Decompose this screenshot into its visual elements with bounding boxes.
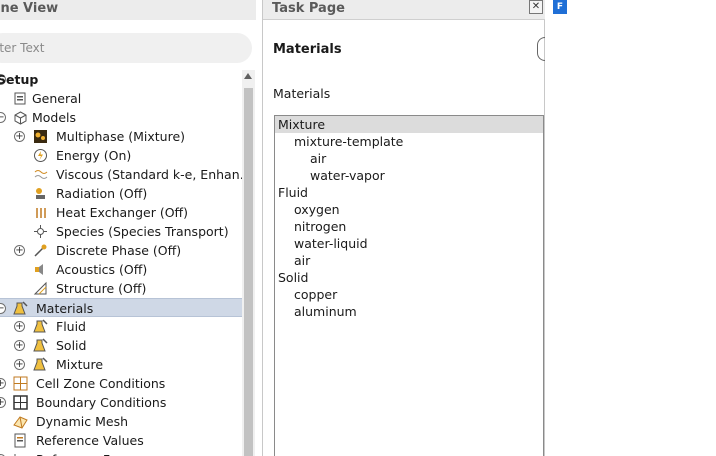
outline-tree: − Setup General − Models + Multiphase (Mixture… [0, 70, 242, 456]
tree-item[interactable]: Viscous (Standard k-e, Enhan… [0, 165, 242, 184]
expand-icon[interactable]: + [14, 359, 25, 370]
tree-item-label: Energy (On) [56, 148, 132, 163]
mixture-material-icon [33, 357, 48, 372]
expand-icon[interactable]: + [14, 321, 25, 332]
tree-item[interactable]: Radiation (Off) [0, 184, 242, 203]
scrollbar-thumb[interactable] [244, 88, 253, 456]
tree-item-label: Cell Zone Conditions [36, 376, 166, 391]
tree-item-label: Acoustics (Off) [56, 262, 148, 277]
tree-item[interactable]: + Multiphase (Mixture) [0, 127, 242, 146]
material-list-item[interactable]: water-vapor [275, 167, 543, 184]
task-page-title: Task Page [263, 0, 545, 20]
tree-item-label: Fluid [56, 319, 86, 334]
tree-item[interactable]: Species (Species Transport) [0, 222, 242, 241]
heat-exchanger-icon [33, 205, 48, 220]
expand-icon[interactable]: + [14, 340, 25, 351]
acoustics-icon [33, 262, 48, 277]
material-list-item[interactable]: air [275, 150, 543, 167]
tree-item[interactable]: + Boundary Conditions [0, 393, 242, 412]
discrete-phase-icon [33, 243, 48, 258]
material-list-item[interactable]: air [275, 252, 543, 269]
models-icon [13, 110, 28, 125]
energy-icon [33, 148, 48, 163]
graphics-window-icon[interactable]: F [553, 0, 567, 14]
tree-item-label: Viscous (Standard k-e, Enhan… [56, 167, 242, 182]
filter-text-input[interactable]: lter Text [0, 33, 252, 63]
material-list-item[interactable]: oxygen [275, 201, 543, 218]
outline-scrollbar[interactable] [242, 70, 255, 456]
task-heading: Materials [273, 42, 342, 57]
tree-item-label: Boundary Conditions [36, 395, 167, 410]
radiation-icon [33, 186, 48, 201]
material-list-item[interactable]: nitrogen [275, 218, 543, 235]
material-list-item[interactable]: copper [275, 286, 543, 303]
task-page-panel: Task Page ✕ Materials Materials Mixture m… [262, 0, 547, 456]
tree-item-label: Structure (Off) [56, 281, 147, 296]
tree-item-label: Reference F [36, 450, 110, 456]
tree-item[interactable]: Structure (Off) [0, 279, 242, 298]
tree-item-label: Solid [56, 338, 87, 353]
solid-material-icon [33, 338, 48, 353]
app-window: ine View lter Text − Setup General − Models +… [0, 0, 716, 456]
reference-frames-icon [13, 452, 28, 456]
expand-icon[interactable]: + [0, 378, 6, 389]
tree-item[interactable]: − Setup [0, 70, 242, 89]
tree-item[interactable]: + Cell Zone Conditions [0, 374, 242, 393]
tree-item-label: Species (Species Transport) [56, 224, 229, 239]
tree-item[interactable]: − Models [0, 108, 242, 127]
collapse-icon[interactable]: − [0, 303, 6, 314]
scroll-up-arrow-icon[interactable] [244, 73, 252, 79]
tree-item-label: Discrete Phase (Off) [56, 243, 182, 258]
tree-item[interactable]: + Discrete Phase (Off) [0, 241, 242, 260]
close-icon[interactable]: ✕ [529, 0, 543, 14]
expand-icon[interactable]: + [0, 397, 6, 408]
dynamic-mesh-icon [13, 414, 28, 429]
material-list-item[interactable]: aluminum [275, 303, 543, 320]
species-icon [33, 224, 48, 239]
tree-item-label: General [32, 91, 82, 106]
fluid-material-icon [33, 319, 48, 334]
materials-listbox[interactable]: Mixture mixture-template air water-vapor Flu… [274, 115, 544, 456]
tree-item-label: Reference Values [36, 433, 144, 448]
tree-item[interactable]: Reference Values [0, 431, 242, 450]
outline-view-panel: ine View lter Text − Setup General − Models +… [0, 0, 256, 456]
tree-item-label: Mixture [56, 357, 104, 372]
multiphase-icon [33, 129, 48, 144]
material-list-item[interactable]: water-liquid [275, 235, 543, 252]
tree-item-label: Models [32, 110, 77, 125]
tree-item[interactable]: General [0, 89, 242, 108]
material-list-item[interactable]: Mixture [275, 116, 543, 133]
materials-list-label: Materials [273, 86, 331, 101]
tree-item[interactable]: + Solid [0, 336, 242, 355]
tree-item-label: Radiation (Off) [56, 186, 148, 201]
tree-item-label: Heat Exchanger (Off) [56, 205, 189, 220]
expand-icon[interactable]: + [14, 245, 25, 256]
material-list-item[interactable]: Solid [275, 269, 543, 286]
cell-zone-icon [13, 376, 28, 391]
tree-item-label: Materials [36, 301, 94, 316]
collapse-icon[interactable]: − [0, 112, 6, 123]
tree-item[interactable]: − Materials [0, 298, 242, 317]
tree-item-label: Setup [0, 72, 39, 87]
materials-icon [13, 301, 28, 316]
material-list-item[interactable]: mixture-template [275, 133, 543, 150]
tree-item[interactable]: + Mixture [0, 355, 242, 374]
tree-item[interactable]: Energy (On) [0, 146, 242, 165]
outline-view-title: ine View [0, 0, 256, 20]
expand-icon[interactable]: + [14, 131, 25, 142]
tree-item-label: Dynamic Mesh [36, 414, 129, 429]
tree-item-label: Multiphase (Mixture) [56, 129, 186, 144]
tree-item[interactable]: + Fluid [0, 317, 242, 336]
structure-icon [33, 281, 48, 296]
reference-values-icon [13, 433, 28, 448]
material-list-item[interactable]: Fluid [275, 184, 543, 201]
boundary-conditions-icon [13, 395, 28, 410]
tree-item[interactable]: Heat Exchanger (Off) [0, 203, 242, 222]
viscous-icon [33, 167, 48, 182]
graphics-area [545, 0, 716, 456]
tree-item[interactable]: Acoustics (Off) [0, 260, 242, 279]
tree-item[interactable]: Dynamic Mesh [0, 412, 242, 431]
tree-item[interactable]: +Reference F [0, 450, 242, 456]
general-icon [13, 91, 28, 106]
